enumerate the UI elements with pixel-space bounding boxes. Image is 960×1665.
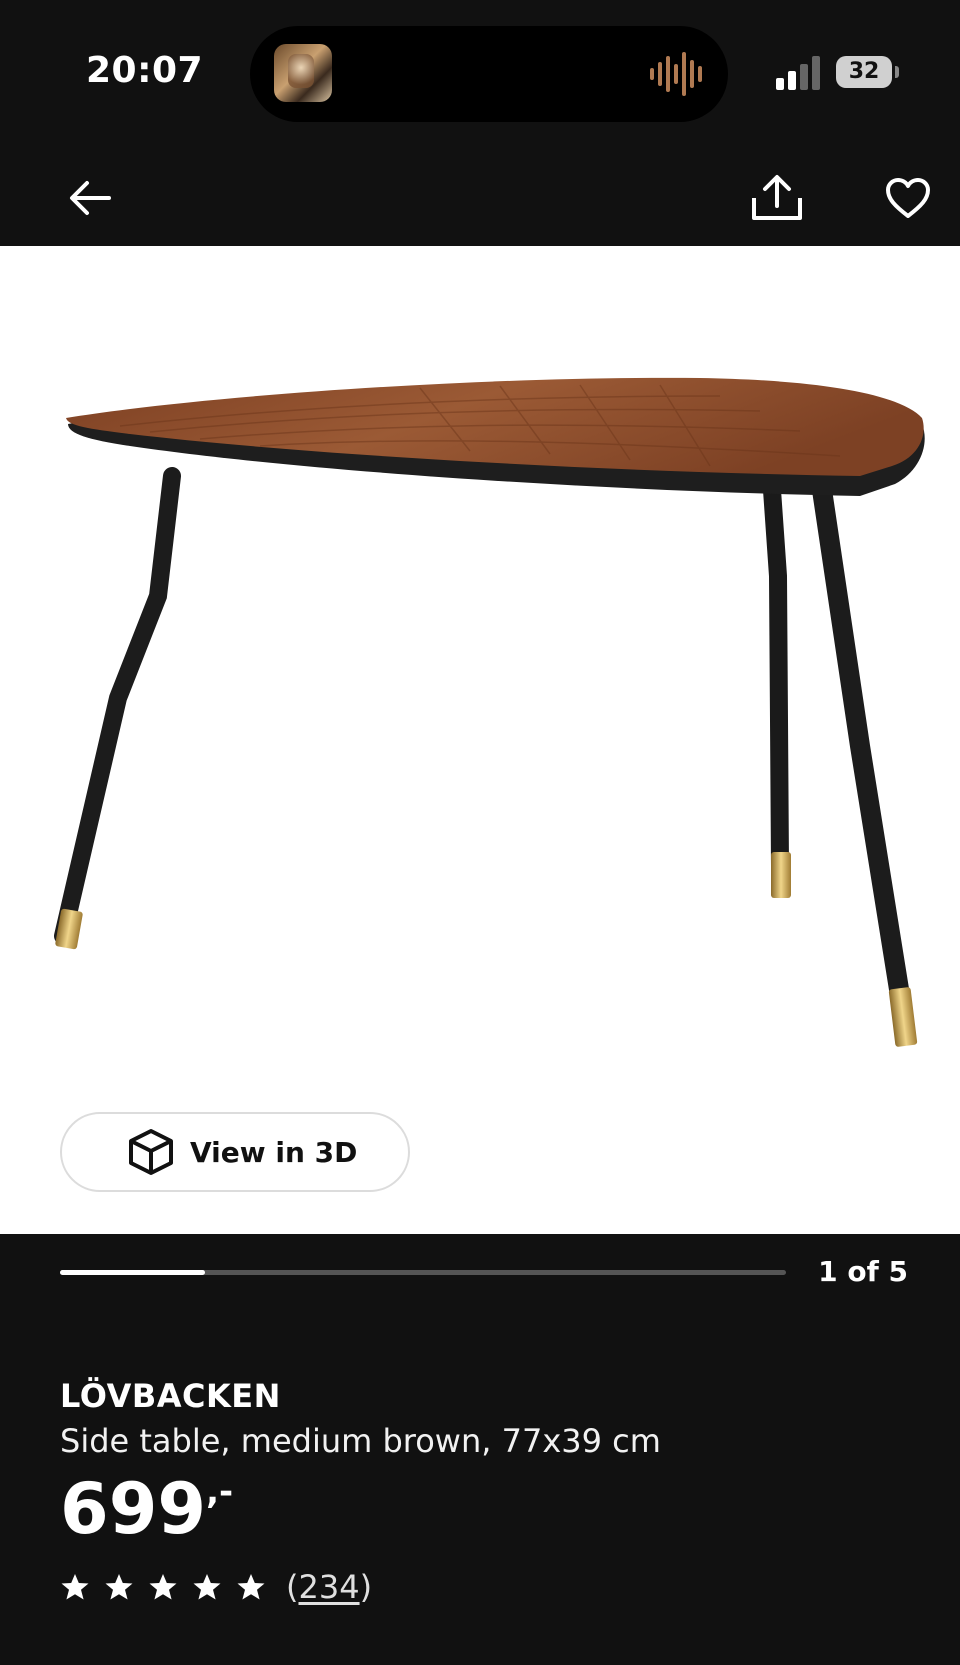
dynamic-island[interactable] [250, 26, 728, 122]
product-price: 699,- [60, 1468, 233, 1550]
product-name: LÖVBACKEN [60, 1377, 281, 1415]
image-counter: 1 of 5 [818, 1255, 908, 1288]
cube-3d-icon [129, 1129, 173, 1175]
star-icon [149, 1574, 177, 1600]
product-image-carousel[interactable]: View in 3D [0, 246, 960, 1234]
star-icon [193, 1574, 221, 1600]
back-button[interactable] [58, 166, 122, 230]
progress-fill [60, 1270, 206, 1275]
rating-stars [60, 1572, 266, 1602]
rating-row[interactable]: (234) [60, 1562, 372, 1612]
progress-track [60, 1270, 786, 1275]
cellular-signal-icon [776, 56, 820, 90]
review-count: 234 [298, 1568, 360, 1606]
price-suffix: ,- [206, 1471, 234, 1512]
product-description: Side table, medium brown, 77x39 cm [60, 1422, 661, 1460]
product-image [54, 377, 925, 1047]
status-bar: 20:07 32 [0, 0, 960, 150]
star-icon [61, 1574, 89, 1600]
review-count-link[interactable]: (234) [286, 1568, 372, 1606]
heart-icon [886, 178, 930, 218]
battery-indicator: 32 [836, 56, 899, 88]
star-icon [237, 1574, 265, 1600]
status-time: 20:07 [86, 50, 204, 91]
star-icon [105, 1574, 133, 1600]
price-value: 699 [60, 1468, 207, 1550]
nav-bar [0, 150, 960, 246]
audio-waveform-icon [650, 52, 702, 96]
share-button[interactable] [745, 166, 809, 230]
arrow-left-icon [70, 181, 111, 215]
carousel-progress: 1 of 5 [60, 1255, 908, 1295]
favorite-button[interactable] [876, 166, 940, 230]
share-icon [752, 175, 802, 220]
now-playing-artwork [274, 44, 332, 102]
view-in-3d-label: View in 3D [190, 1135, 358, 1169]
view-in-3d-button[interactable]: View in 3D [60, 1112, 410, 1192]
